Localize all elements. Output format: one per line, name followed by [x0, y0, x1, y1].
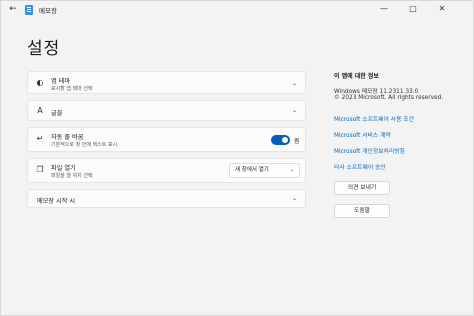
word-wrap-card: ↵ 자동 줄 바꿈 기본적으로 창 안에 텍스트 표시 켬: [27, 127, 306, 152]
app-theme-label: 앱 테마: [51, 78, 71, 85]
page-title: 설정: [27, 39, 61, 59]
word-wrap-icon: ↵: [36, 134, 44, 143]
startup-label: 메모장 시작 시: [37, 198, 76, 205]
license-terms-link[interactable]: Microsoft 소프트웨어 사용 조건: [334, 114, 414, 123]
app-theme-card[interactable]: ◐ 앱 테마 표시할 앱 테마 선택 ⌄: [27, 71, 306, 94]
back-arrow-icon[interactable]: ←: [7, 3, 19, 15]
open-file-card: ❐ 파일 열기 파일을 열 위치 선택 새 창에서 열기 ⌄: [27, 158, 306, 183]
open-file-description: 파일을 열 위치 선택: [51, 173, 93, 179]
chevron-down-icon[interactable]: ⌄: [292, 80, 297, 87]
notepad-settings-window: ← 메모장 — □ ✕ 설정 ◐ 앱 테마 표시할 앱 테마 선택 ⌄ A 글꼴…: [0, 0, 474, 316]
copyright-text: © 2023 Microsoft. All rights reserved.: [334, 95, 444, 101]
send-feedback-button[interactable]: 의견 보내기: [334, 181, 390, 195]
font-card[interactable]: A 글꼴 ⌄: [27, 100, 306, 121]
third-party-notices-link[interactable]: 타사 소프트웨어 승인: [334, 162, 386, 171]
open-file-label: 파일 열기: [51, 165, 76, 172]
maximize-button[interactable]: □: [400, 1, 426, 17]
word-wrap-toggle-state: 켬: [294, 139, 300, 145]
chevron-down-icon[interactable]: ⌄: [292, 195, 297, 202]
notepad-app-icon: [25, 5, 33, 15]
version-text: Windows 메모장 11.2311.33.0: [334, 89, 419, 95]
minimize-button[interactable]: —: [371, 1, 397, 17]
title-bar: ← 메모장 — □ ✕: [1, 1, 473, 19]
chevron-down-icon: ⌄: [289, 167, 294, 173]
privacy-statement-link[interactable]: Microsoft 개인정보처리방침: [334, 146, 405, 155]
open-file-icon: ❐: [36, 165, 44, 174]
open-file-dropdown[interactable]: 새 창에서 열기 ⌄: [229, 163, 300, 178]
startup-card[interactable]: 메모장 시작 시 ⌄: [27, 189, 306, 208]
app-theme-description: 표시할 앱 테마 선택: [51, 86, 93, 92]
word-wrap-toggle[interactable]: [271, 135, 290, 145]
word-wrap-label: 자동 줄 바꿈: [51, 134, 84, 141]
font-label: 글꼴: [51, 110, 63, 117]
font-icon: A: [37, 106, 43, 115]
app-title: 메모장: [39, 7, 57, 15]
chevron-down-icon[interactable]: ⌄: [292, 107, 297, 114]
services-agreement-link[interactable]: Microsoft 서비스 계약: [334, 130, 391, 139]
palette-icon: ◐: [36, 78, 44, 87]
word-wrap-description: 기본적으로 창 안에 텍스트 표시: [51, 142, 118, 148]
help-button[interactable]: 도움말: [334, 204, 390, 218]
close-button[interactable]: ✕: [429, 1, 455, 17]
open-file-selected-value: 새 창에서 열기: [235, 167, 269, 173]
about-title: 이 앱에 대한 정보: [334, 73, 379, 80]
toggle-knob: [282, 137, 288, 143]
